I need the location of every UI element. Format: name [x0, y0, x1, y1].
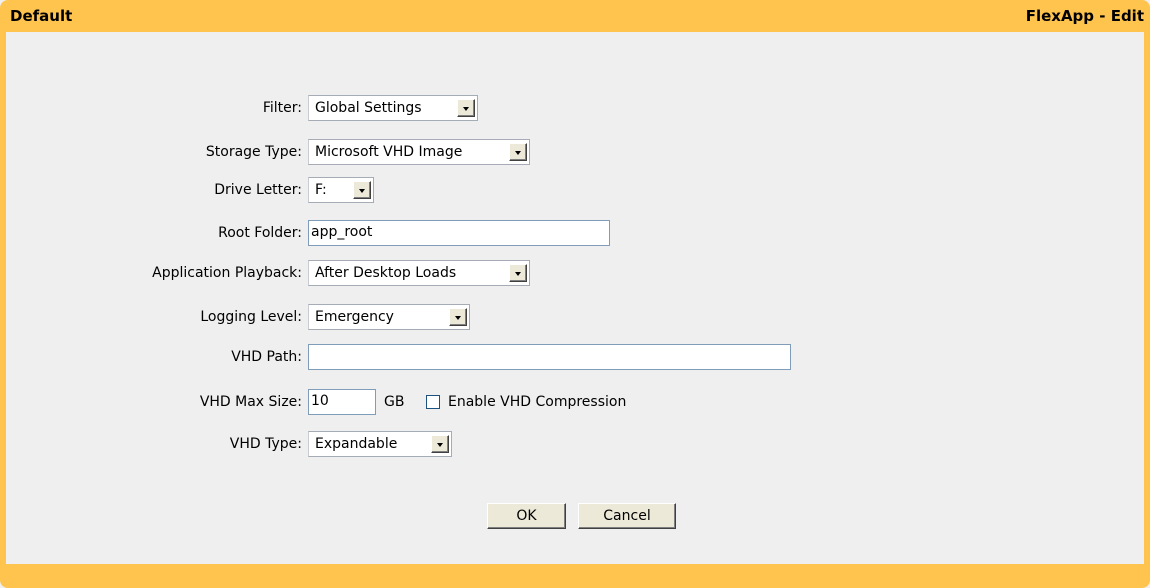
vhd-type-row: VHD Type: Expandable	[0, 431, 1150, 459]
drive-letter-label: Drive Letter:	[214, 182, 302, 198]
logging-level-select[interactable]: Emergency	[308, 304, 470, 330]
vhd-size-unit: GB	[384, 394, 405, 410]
root-folder-input[interactable]: app_root	[308, 220, 610, 246]
chevron-down-icon[interactable]	[353, 181, 371, 199]
title-bar: Default FlexApp - Edit	[0, 0, 1150, 32]
vhd-compression-label[interactable]: Enable VHD Compression	[448, 394, 626, 410]
application-playback-select[interactable]: After Desktop Loads	[308, 260, 530, 286]
storage-type-value: Microsoft VHD Image	[315, 144, 463, 160]
vhd-type-label: VHD Type:	[229, 436, 302, 452]
ok-button[interactable]: OK	[487, 503, 566, 529]
vhd-max-size-input[interactable]: 10	[308, 389, 376, 415]
vhd-compression-checkbox[interactable]	[426, 395, 440, 409]
filter-select[interactable]: Global Settings	[308, 95, 478, 121]
logging-level-label: Logging Level:	[200, 309, 302, 325]
storage-type-row: Storage Type: Microsoft VHD Image	[0, 139, 1150, 167]
root-folder-row: Root Folder: app_root	[0, 220, 1150, 248]
chevron-down-icon[interactable]	[509, 264, 527, 282]
vhd-path-input[interactable]	[308, 344, 791, 370]
filter-label: Filter:	[262, 100, 302, 116]
application-playback-label: Application Playback:	[152, 265, 302, 281]
drive-letter-select[interactable]: F:	[308, 177, 374, 203]
vhd-path-label: VHD Path:	[231, 349, 302, 365]
root-folder-label: Root Folder:	[218, 225, 302, 241]
vhd-max-size-row: VHD Max Size: 10 GB Enable VHD Compressi…	[0, 389, 1150, 417]
profile-title: Default	[10, 7, 73, 25]
cancel-button[interactable]: Cancel	[578, 503, 676, 529]
storage-type-label: Storage Type:	[205, 144, 302, 160]
chevron-down-icon[interactable]	[431, 435, 449, 453]
drive-letter-row: Drive Letter: F:	[0, 177, 1150, 205]
vhd-path-row: VHD Path:	[0, 344, 1150, 372]
vhd-type-select[interactable]: Expandable	[308, 431, 452, 457]
application-playback-row: Application Playback: After Desktop Load…	[0, 260, 1150, 288]
vhd-type-value: Expandable	[315, 436, 398, 452]
vhd-max-size-label: VHD Max Size:	[199, 394, 302, 410]
logging-level-value: Emergency	[315, 309, 394, 325]
chevron-down-icon[interactable]	[449, 308, 467, 326]
filter-value: Global Settings	[315, 100, 422, 116]
dialog-title: FlexApp - Edit	[1025, 7, 1144, 25]
application-playback-value: After Desktop Loads	[315, 265, 457, 281]
filter-row: Filter: Global Settings	[0, 95, 1150, 123]
chevron-down-icon[interactable]	[509, 143, 527, 161]
drive-letter-value: F:	[315, 182, 327, 198]
storage-type-select[interactable]: Microsoft VHD Image	[308, 139, 530, 165]
logging-level-row: Logging Level: Emergency	[0, 304, 1150, 332]
chevron-down-icon[interactable]	[457, 99, 475, 117]
bottom-bar	[0, 564, 1150, 588]
